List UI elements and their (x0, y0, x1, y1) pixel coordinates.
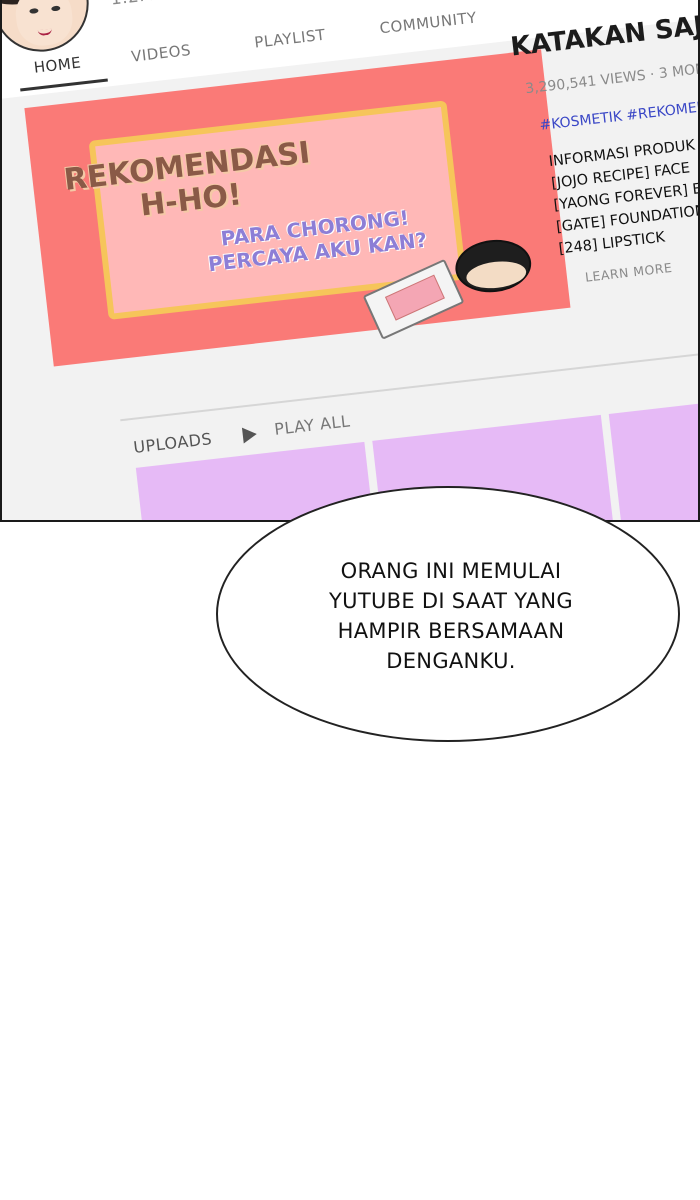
learn-more-link[interactable]: LEARN MORE (584, 260, 673, 285)
speech-bubble-text: ORANG INI MEMULAI YUTUBE DI SAAT YANG HA… (329, 559, 573, 673)
hashtag-links[interactable]: #KOSMETIK #REKOMENDA (539, 97, 698, 134)
view-count: 3,290,541 VIEWS · 3 MONT (524, 59, 700, 98)
play-icon[interactable] (241, 426, 258, 444)
powder-compact-icon (452, 235, 534, 297)
play-all-button[interactable]: PLAY ALL (273, 411, 351, 439)
channel-page-screen: 1.2M SUBS HOME VIDEOS PLAYLIST COMMUNITY… (2, 0, 700, 520)
upload-thumbnail[interactable] (608, 387, 698, 520)
section-divider (120, 337, 698, 422)
video-description: INFORMASI PRODUK [JOJO RECIPE] FACE [YAO… (547, 137, 700, 258)
featured-video-thumbnail[interactable]: REKOMENDASI H-HO! PARA CHORONG! PERCAYA … (24, 49, 571, 367)
uploads-heading: UPLOADS (132, 429, 214, 457)
comic-panel: 1.2M SUBS HOME VIDEOS PLAYLIST COMMUNITY… (0, 0, 700, 522)
